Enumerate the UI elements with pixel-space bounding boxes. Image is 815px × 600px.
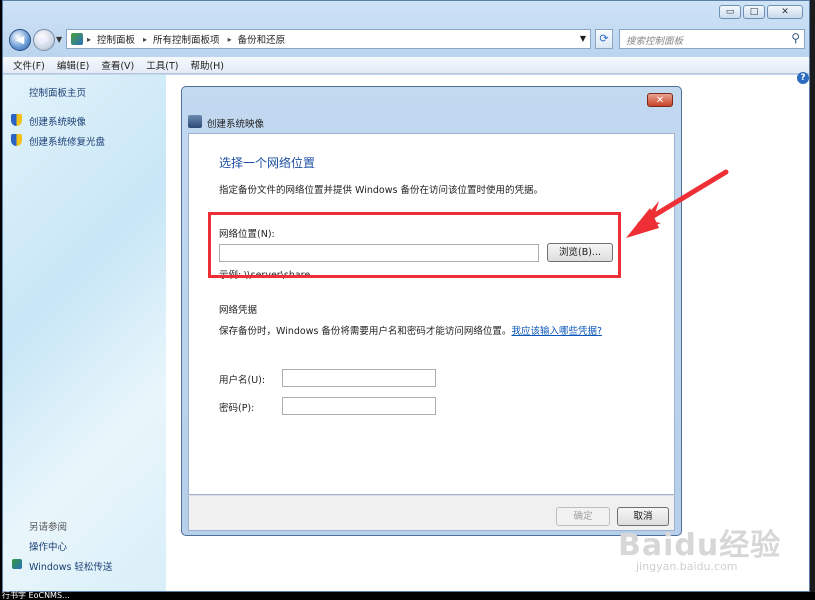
watermark-url: jingyan.baidu.com bbox=[636, 560, 738, 573]
baidu-watermark: Baidu经验 jingyan.baidu.com bbox=[618, 520, 782, 573]
screen-edge bbox=[810, 0, 815, 592]
annotation-arrow-icon bbox=[626, 169, 729, 238]
taskbar-text: 行书字 EoCNMS... bbox=[0, 592, 815, 600]
watermark-logo: Baidu经验 bbox=[618, 528, 782, 563]
